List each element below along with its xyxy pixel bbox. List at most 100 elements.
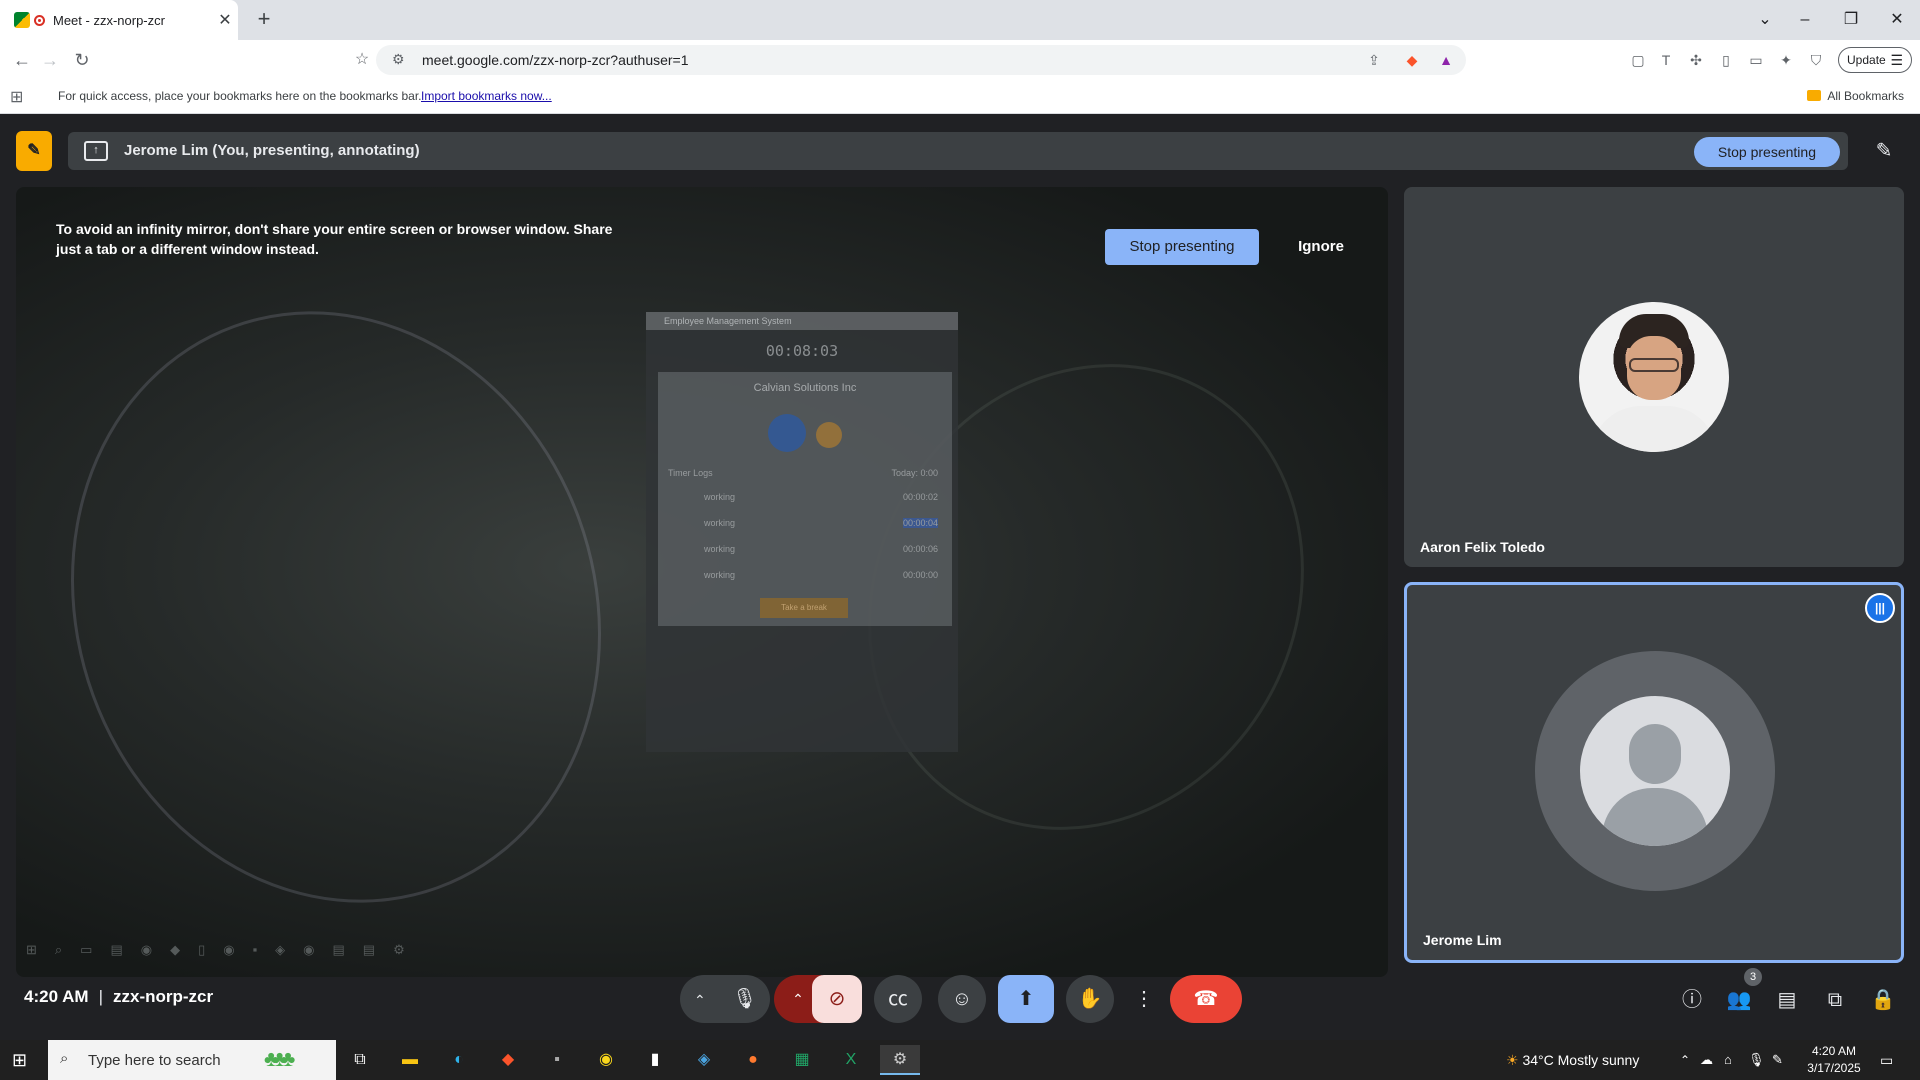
stop-presenting-button[interactable]: Stop presenting [1693,137,1840,167]
shared-log-row: working 00:00:02 [668,492,948,502]
camera-off-icon: ⊘ [828,988,846,1010]
clover-icon: ♣♣♣ [264,1046,295,1071]
presenting-label: Jerome Lim (You, presenting, annotating) [124,142,420,159]
tray-chevron-icon[interactable]: ⌃ [1680,1040,1690,1080]
apps-grid-icon[interactable]: ⊞ [10,87,23,107]
notification-icon[interactable]: ▭ [1880,1040,1893,1080]
shared-log-row: working 00:00:04 [668,518,948,528]
translate-icon[interactable]: T [1656,50,1676,70]
people-icon[interactable]: 👥 [1724,985,1754,1015]
taskbar-clock[interactable]: 4:20 AM 3/17/2025 [1800,1043,1868,1077]
site-info-icon[interactable]: ⚙ [392,51,405,68]
background-swirl [16,236,683,977]
restore-button[interactable]: ❐ [1828,0,1874,40]
shared-logs-header: Timer Logs Today: 0:00 [668,468,948,478]
tab-strip: Meet - zzx-norp-zcr ✕ + ⌄ – ❐ ✕ [0,0,1920,40]
shared-log-row: working 00:00:00 [668,570,948,580]
new-tab-button[interactable]: + [250,6,278,34]
annotation-mode-icon[interactable]: ✎ [16,131,52,171]
meeting-details-icon[interactable]: ⓘ [1677,985,1707,1015]
shared-today-label: Today: 0:00 [891,468,938,478]
tab-title: Meet - zzx-norp-zcr [53,12,165,28]
emoji-icon: ☺ [951,988,973,1010]
app-icon[interactable]: ▪ [537,1045,577,1075]
participant-tile-self[interactable]: ||| Jerome Lim [1404,582,1904,963]
warning-ignore-button[interactable]: Ignore [1286,229,1356,265]
mic-tray-icon[interactable]: 🎙 [1748,1040,1765,1080]
all-bookmarks-button[interactable]: All Bookmarks [1807,89,1904,103]
tab-meet[interactable]: Meet - zzx-norp-zcr ✕ [0,0,238,40]
infinity-mirror-warning: To avoid an infinity mirror, don't share… [56,221,613,257]
chat-icon[interactable]: ▤ [1772,985,1802,1015]
excel-icon[interactable]: X [831,1045,871,1075]
share-icon[interactable]: ⇪ [1364,50,1384,70]
pen-tray-icon[interactable]: ✎ [1772,1040,1783,1080]
weather-text: 34°C Mostly sunny [1522,1052,1640,1068]
app-icon[interactable]: ▮ [635,1045,675,1075]
participant-tile[interactable]: Aaron Felix Toledo [1404,187,1904,567]
extension-icon[interactable]: ▢ [1628,50,1648,70]
reload-icon[interactable]: ↻ [70,48,94,72]
brave-icon[interactable]: ◆ [488,1045,528,1075]
warning-stop-presenting-button[interactable]: Stop presenting [1105,229,1259,265]
activities-icon[interactable]: ⧉ [1820,985,1850,1015]
participant-count-badge: 3 [1744,968,1762,986]
onedrive-icon[interactable]: ☁ [1700,1040,1713,1080]
audio-options-button[interactable]: ⌃ 🎙 [680,975,770,1023]
spreadsheet-icon[interactable]: ▦ [782,1045,822,1075]
search-placeholder: Type here to search [88,1052,221,1069]
network-icon[interactable]: ⌂ [1724,1040,1732,1080]
edge-icon[interactable]: ◐ [439,1045,479,1075]
shared-log-status: working [704,518,736,528]
update-button[interactable]: Update ☰ [1838,47,1912,73]
back-arrow-icon[interactable]: ← [10,48,34,72]
bookmarks-bar: ⊞ For quick access, place your bookmarks… [0,80,1920,114]
extensions-puzzle-icon[interactable]: ✣ [1686,50,1706,70]
leave-call-button[interactable]: ☎ [1170,975,1242,1023]
host-controls-icon[interactable]: 🔒 [1868,985,1898,1015]
shared-log-time: 00:00:06 [902,544,938,554]
windows-start-icon[interactable]: ⊞ [12,1050,27,1071]
active-app-icon[interactable]: ⚙ [880,1045,920,1075]
file-explorer-icon[interactable]: ▬ [390,1045,430,1075]
vscode-icon[interactable]: ◈ [684,1045,724,1075]
more-vert-icon: ⋮ [1134,988,1154,1010]
annotate-pen-icon[interactable]: ✎ [1866,132,1902,170]
menu-icon: ☰ [1890,52,1903,68]
reactions-button[interactable]: ☺ [938,975,986,1023]
shared-log-status: working [704,492,736,502]
minimize-button[interactable]: – [1782,0,1828,40]
weather-widget[interactable]: ☀ 34°C Mostly sunny [1506,1040,1639,1080]
forward-arrow-icon[interactable]: → [38,48,62,72]
participant-avatar [1579,302,1729,452]
participant-avatar [1535,651,1775,891]
bookmark-star-icon[interactable]: ☆ [350,48,374,72]
raise-hand-button[interactable]: ✋ [1066,975,1114,1023]
sidebar-icon[interactable]: ▯ [1716,50,1736,70]
brave-shield-icon[interactable]: ◆ [1402,50,1422,70]
folder-icon [1807,90,1822,101]
bookmarks-hint: For quick access, place your bookmarks h… [58,89,422,103]
tab-close-icon[interactable]: ✕ [212,10,238,30]
app-icon[interactable]: ● [733,1045,773,1075]
captions-button[interactable]: ㏄ [874,975,922,1023]
address-bar[interactable]: ⚙ meet.google.com/zzx-norp-zcr?authuser=… [376,45,1466,75]
close-window-button[interactable]: ✕ [1874,0,1920,40]
meeting-time: 4:20 AM [24,987,89,1006]
task-view-icon[interactable]: ⧉ [340,1045,380,1075]
wallet-icon[interactable]: ▭ [1746,50,1766,70]
present-button[interactable]: ⬆ [998,975,1054,1023]
camera-off-button[interactable]: ⊘ [812,975,862,1023]
break-icon [816,422,842,448]
brave-rewards-icon[interactable]: ▲ [1436,50,1456,70]
more-options-button[interactable]: ⋮ [1126,975,1162,1023]
stop-timer-icon [768,414,806,452]
update-label: Update [1847,53,1886,67]
all-bookmarks-label: All Bookmarks [1827,89,1904,103]
app-icon[interactable]: ◉ [586,1045,626,1075]
vpn-shield-icon[interactable]: ⛉ [1806,50,1826,70]
url-text[interactable]: meet.google.com/zzx-norp-zcr?authuser=1 [422,52,689,68]
taskbar-search[interactable]: ⌕ Type here to search ♣♣♣ [48,1040,336,1080]
import-bookmarks-link[interactable]: Import bookmarks now... [421,89,552,103]
leo-ai-icon[interactable]: ✦ [1776,50,1796,70]
